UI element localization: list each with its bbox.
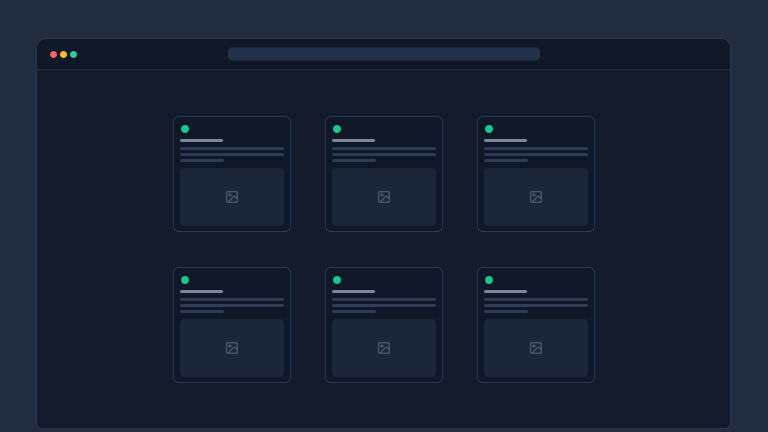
minimize-button[interactable] <box>60 51 67 58</box>
image-icon <box>225 341 239 355</box>
skeleton-card[interactable] <box>325 116 443 232</box>
skeleton-title-line <box>484 139 527 142</box>
image-placeholder <box>484 168 588 226</box>
skeleton-text-line <box>332 147 436 150</box>
image-icon <box>529 190 543 204</box>
skeleton-text-line-short <box>180 310 224 313</box>
skeleton-title-line <box>332 290 375 293</box>
image-placeholder <box>484 319 588 377</box>
skeleton-text-line <box>484 153 588 156</box>
image-placeholder <box>180 319 284 377</box>
address-bar[interactable] <box>228 48 540 61</box>
skeleton-text-line <box>332 298 436 301</box>
skeleton-text-line <box>332 304 436 307</box>
skeleton-text-line-short <box>332 159 376 162</box>
skeleton-text-line <box>484 304 588 307</box>
image-placeholder <box>332 319 436 377</box>
card-grid <box>173 116 595 383</box>
window-content <box>37 70 730 383</box>
skeleton-text-line <box>484 298 588 301</box>
status-dot-icon <box>485 276 493 284</box>
skeleton-card[interactable] <box>477 267 595 383</box>
status-dot-icon <box>485 125 493 133</box>
skeleton-text-line-short <box>484 159 528 162</box>
status-dot-icon <box>333 125 341 133</box>
image-icon <box>529 341 543 355</box>
traffic-lights <box>50 51 77 58</box>
maximize-button[interactable] <box>70 51 77 58</box>
image-placeholder <box>332 168 436 226</box>
skeleton-title-line <box>180 290 223 293</box>
skeleton-text-line-short <box>332 310 376 313</box>
skeleton-text-line-short <box>180 159 224 162</box>
skeleton-card[interactable] <box>477 116 595 232</box>
skeleton-text-line <box>332 153 436 156</box>
image-icon <box>225 190 239 204</box>
status-dot-icon <box>181 276 189 284</box>
skeleton-title-line <box>484 290 527 293</box>
skeleton-title-line <box>180 139 223 142</box>
image-icon <box>377 341 391 355</box>
image-placeholder <box>180 168 284 226</box>
skeleton-text-line <box>180 153 284 156</box>
skeleton-text-line <box>484 147 588 150</box>
skeleton-text-line <box>180 304 284 307</box>
status-dot-icon <box>181 125 189 133</box>
image-icon <box>377 190 391 204</box>
skeleton-text-line <box>180 298 284 301</box>
skeleton-text-line <box>180 147 284 150</box>
browser-window <box>36 38 731 429</box>
status-dot-icon <box>333 276 341 284</box>
skeleton-text-line-short <box>484 310 528 313</box>
skeleton-card[interactable] <box>173 116 291 232</box>
close-button[interactable] <box>50 51 57 58</box>
skeleton-card[interactable] <box>173 267 291 383</box>
window-titlebar <box>37 39 730 70</box>
skeleton-card[interactable] <box>325 267 443 383</box>
skeleton-title-line <box>332 139 375 142</box>
